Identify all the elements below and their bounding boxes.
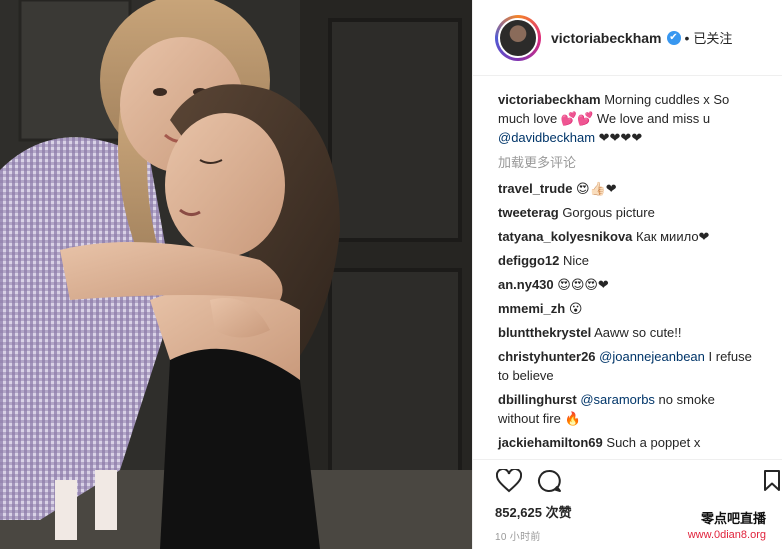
caption-username[interactable]: victoriabeckham: [498, 92, 601, 107]
site-watermark: 零点吧直播 www.0dian8.org: [688, 511, 766, 543]
heart-outline-icon[interactable]: [495, 468, 523, 494]
post-header: victoriabeckham ✔ • 已关注: [473, 0, 782, 76]
post-caption: victoriabeckham Morning cuddles x So muc…: [498, 90, 756, 147]
comment-username[interactable]: defiggo12: [498, 253, 559, 268]
comment-username[interactable]: mmemi_zh: [498, 301, 565, 316]
comment-row: dbillinghurst @saramorbs no smoke withou…: [498, 390, 756, 428]
comment-username[interactable]: tweeterag: [498, 205, 559, 220]
comment-text: Aaww so cute!!: [591, 325, 682, 340]
comment-row: defiggo12 Nice: [498, 251, 756, 270]
comment-row: bluntthekrystel Aaww so cute!!: [498, 323, 756, 342]
comment-bubble-icon[interactable]: [535, 468, 563, 494]
comment-mention[interactable]: @joannejeanbean: [596, 349, 705, 364]
caption-mention-link[interactable]: @davidbeckham: [498, 130, 595, 145]
follow-status-button[interactable]: 已关注: [693, 28, 732, 47]
comment-text: Как миило❤: [632, 229, 710, 244]
comment-username[interactable]: dbillinghurst: [498, 392, 577, 407]
watermark-url: www.0dian8.org: [687, 529, 766, 541]
bookmark-icon[interactable]: [763, 470, 781, 497]
comment-username[interactable]: travel_trude: [498, 181, 572, 196]
comment-username[interactable]: tatyana_kolyesnikova: [498, 229, 632, 244]
comment-text: Such a poppet x: [602, 435, 701, 450]
load-more-comments-link[interactable]: 加载更多评论: [498, 153, 756, 172]
comment-text: 😮: [565, 301, 583, 316]
post-image: [0, 0, 472, 549]
comment-row: christyhunter26 @joannejeanbean I refuse…: [498, 347, 756, 385]
comment-row: travel_trude 😍👍🏻❤: [498, 179, 756, 198]
comment-mention[interactable]: @saramorbs: [577, 392, 655, 407]
story-ring[interactable]: [495, 14, 541, 61]
action-icons: [495, 468, 782, 494]
comment-text: Gorgous picture: [558, 205, 655, 220]
caption-hearts: ❤❤❤❤: [595, 130, 643, 145]
comment-row: mmemi_zh 😮: [498, 299, 756, 318]
author-username[interactable]: victoriabeckham: [551, 30, 662, 46]
comment-row: tatyana_kolyesnikova Как миило❤: [498, 227, 756, 246]
comment-username[interactable]: an.ny430: [498, 277, 554, 292]
avatar[interactable]: [498, 17, 538, 58]
comment-username[interactable]: christyhunter26: [498, 349, 596, 364]
comments-list: victoriabeckham Morning cuddles x So muc…: [473, 76, 782, 452]
comment-row: tweeterag Gorgous picture: [498, 203, 756, 222]
verified-badge-icon: ✔: [666, 30, 681, 45]
comment-row: an.ny430 😍😍😍❤: [498, 275, 756, 294]
comment-text: Nice: [559, 253, 590, 268]
comment-text: 😍😍😍❤: [553, 277, 609, 292]
comment-username[interactable]: jackiehamilton69: [498, 435, 603, 450]
post-photo[interactable]: [0, 0, 472, 549]
post-details-panel: victoriabeckham ✔ • 已关注 victoriabeckham …: [472, 0, 782, 549]
watermark-title: 零点吧直播: [700, 511, 766, 526]
comment-username[interactable]: bluntthekrystel: [498, 325, 591, 340]
separator-dot: •: [684, 29, 690, 46]
comment-row: jackiehamilton69 Such a poppet x: [498, 433, 756, 452]
comment-text: 😍👍🏻❤: [572, 181, 617, 196]
